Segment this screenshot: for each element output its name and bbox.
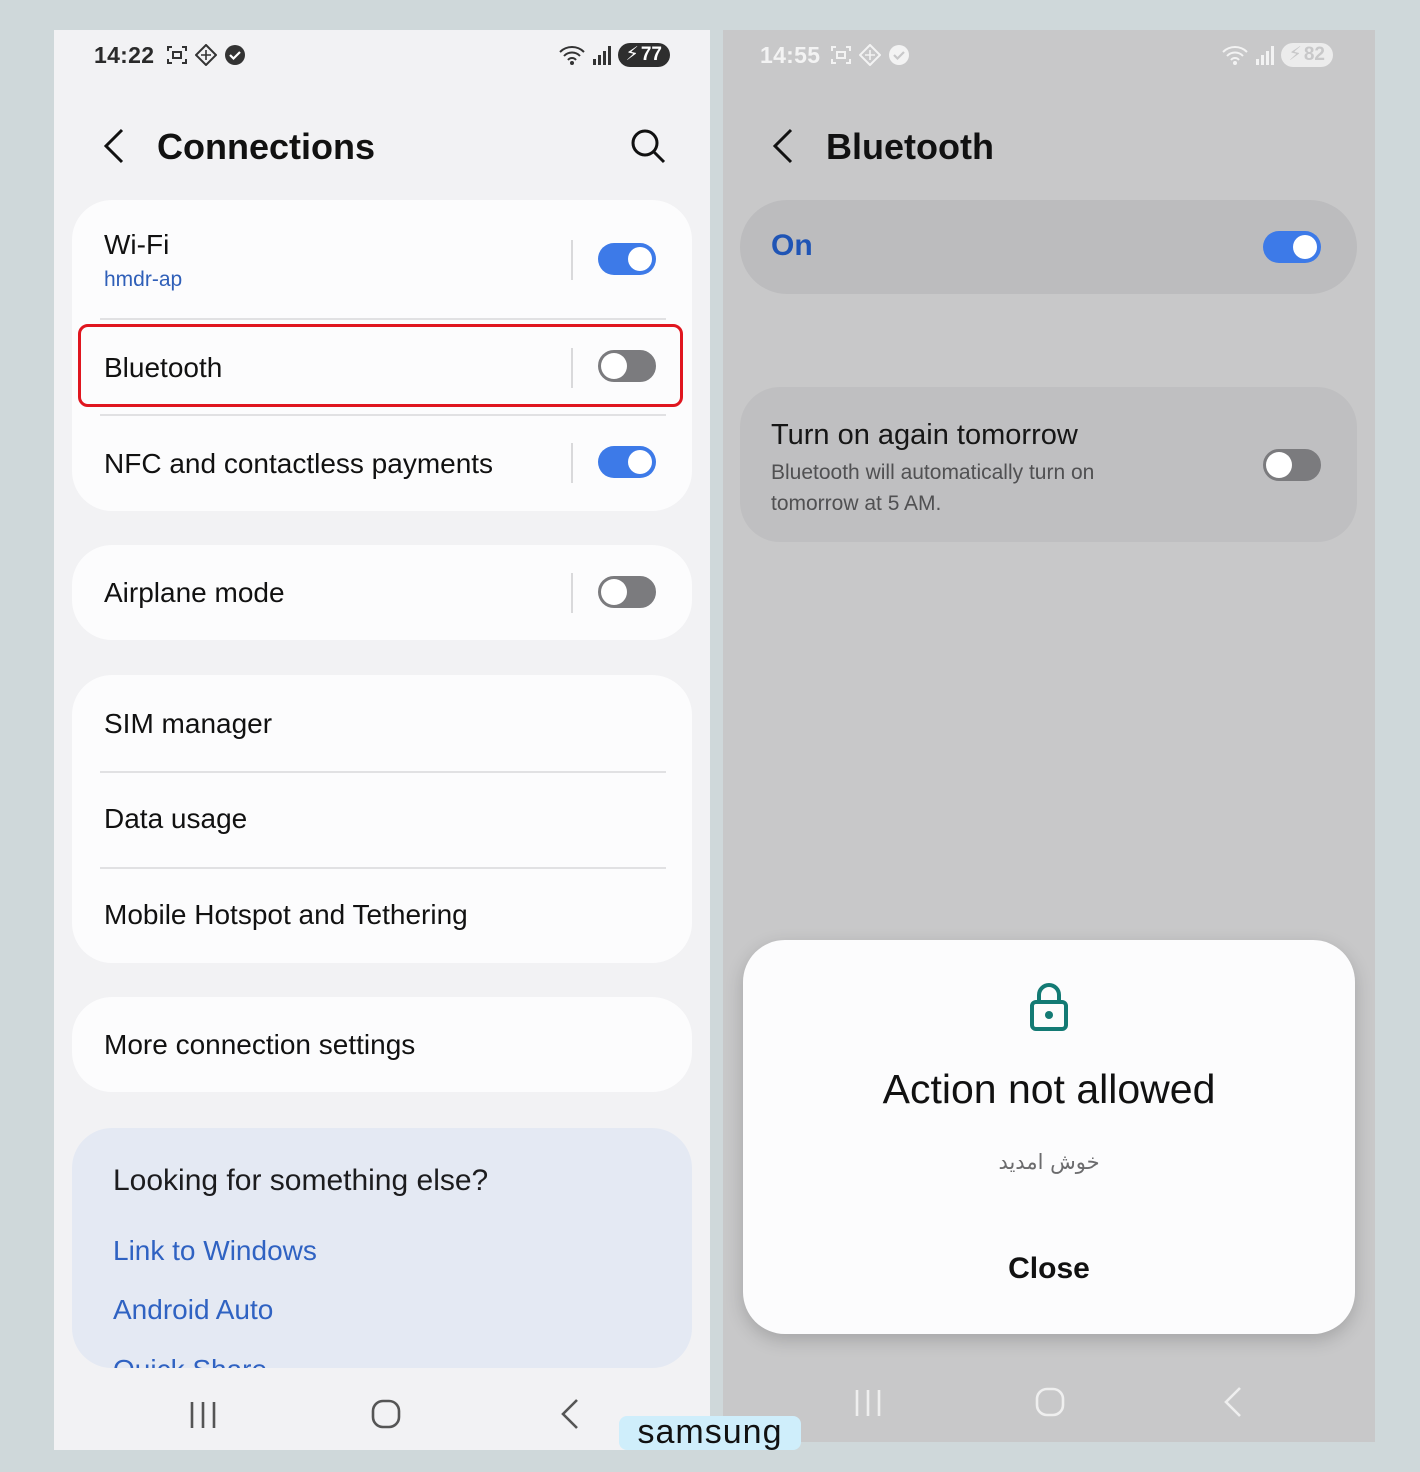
back-button[interactable]	[767, 126, 803, 166]
nfc-row[interactable]: NFC and contactless payments	[72, 416, 692, 511]
wifi-icon	[1221, 46, 1248, 65]
back-nav-icon	[1224, 1387, 1241, 1417]
bluetooth-master-toggle[interactable]	[1263, 231, 1321, 263]
navigation-bar	[723, 1370, 1375, 1430]
back-nav-button[interactable]	[1221, 1378, 1245, 1427]
charging-bolt-icon: ⚡	[625, 44, 639, 65]
signal-icon	[592, 46, 611, 65]
toggle-knob	[628, 450, 652, 474]
connections-screen: 14:22 ⚡ 77 Connections Wi-Fi hmdr-ap Blu…	[54, 30, 710, 1450]
bluetooth-highlight-box	[78, 324, 683, 407]
diamond-nav-icon	[195, 44, 217, 66]
turn-on-tomorrow-toggle[interactable]	[1263, 449, 1321, 481]
search-button[interactable]	[628, 126, 668, 166]
bluetooth-master-switch-row[interactable]: On	[740, 200, 1357, 294]
turn-on-tomorrow-description: Bluetooth will automatically turn on tom…	[771, 461, 1095, 515]
recent-apps-icon	[855, 1390, 881, 1416]
airplane-label: Airplane mode	[104, 577, 285, 608]
screenshot-icon	[831, 46, 851, 64]
suggestions-heading: Looking for something else?	[113, 1164, 489, 1197]
lock-icon	[1029, 982, 1069, 1037]
bluetooth-screen: 14:55 ⚡ 82 Bluetooth On Turn on again tom…	[723, 30, 1375, 1442]
battery-level: 77	[640, 44, 662, 65]
sim-manager-row[interactable]: SIM manager	[72, 675, 692, 771]
home-icon	[1035, 1387, 1065, 1417]
home-button[interactable]	[1034, 1378, 1066, 1427]
wifi-label: Wi-Fi	[104, 229, 170, 260]
toggle-knob	[1266, 452, 1292, 478]
wifi-row[interactable]: Wi-Fi hmdr-ap	[72, 200, 692, 318]
recent-apps-button[interactable]	[188, 1390, 218, 1439]
recent-apps-button[interactable]	[853, 1378, 883, 1427]
status-notification-icons	[830, 44, 910, 66]
network-card: SIM manager Data usage Mobile Hotspot an…	[72, 675, 692, 963]
wifi-icon	[558, 46, 585, 65]
android-auto-link[interactable]: Android Auto	[113, 1294, 273, 1326]
home-button[interactable]	[370, 1390, 402, 1439]
wifi-network-name: hmdr-ap	[104, 268, 183, 291]
divider	[571, 240, 573, 280]
status-time: 14:22	[94, 42, 155, 68]
suggestions-panel: Looking for something else? Link to Wind…	[72, 1128, 692, 1368]
nfc-toggle[interactable]	[598, 446, 656, 478]
samsung-caption: samsung	[619, 1415, 801, 1450]
battery-level: 82	[1303, 44, 1325, 65]
data-usage-label: Data usage	[104, 803, 248, 834]
wifi-toggle[interactable]	[598, 243, 656, 275]
airplane-row[interactable]: Airplane mode	[72, 545, 692, 640]
status-bar: 14:22 ⚡ 77	[54, 30, 710, 80]
back-nav-button[interactable]	[558, 1390, 582, 1439]
hotspot-label: Mobile Hotspot and Tethering	[104, 899, 468, 930]
toggle-knob	[601, 579, 627, 605]
back-button[interactable]	[98, 126, 134, 166]
divider	[571, 443, 573, 483]
battery-indicator: ⚡ 77	[617, 43, 670, 67]
hotspot-row[interactable]: Mobile Hotspot and Tethering	[72, 869, 692, 963]
search-icon	[631, 129, 666, 164]
data-usage-row[interactable]: Data usage	[72, 773, 692, 867]
bluetooth-state-label: On	[771, 229, 813, 262]
recent-apps-icon	[190, 1402, 216, 1428]
check-circle-icon	[225, 45, 245, 65]
toggle-knob	[1293, 235, 1317, 259]
link-to-windows-link[interactable]: Link to Windows	[113, 1235, 317, 1267]
check-circle-icon	[889, 45, 909, 65]
status-system-icons: ⚡ 77	[558, 43, 670, 67]
status-time: 14:55	[760, 42, 821, 68]
action-not-allowed-dialog: Action not allowed خوش امدید Close	[743, 940, 1355, 1334]
quick-share-link[interactable]: Quick Share	[113, 1354, 267, 1368]
divider	[571, 573, 573, 613]
navigation-bar	[54, 1382, 710, 1442]
signal-icon	[1255, 46, 1274, 65]
dialog-message: خوش امدید	[998, 1150, 1100, 1174]
more-settings-row[interactable]: More connection settings	[72, 997, 692, 1092]
nfc-label: NFC and contactless payments	[104, 448, 494, 479]
more-settings-card: More connection settings	[72, 997, 692, 1092]
turn-on-tomorrow-row[interactable]: Turn on again tomorrow Bluetooth will au…	[740, 387, 1357, 542]
turn-on-tomorrow-label: Turn on again tomorrow	[771, 419, 1078, 451]
page-title: Bluetooth	[826, 126, 994, 167]
status-bar: 14:55 ⚡ 82	[723, 30, 1375, 80]
battery-indicator: ⚡ 82	[1280, 43, 1333, 67]
close-button[interactable]: Close	[743, 1252, 1355, 1286]
airplane-toggle[interactable]	[598, 576, 656, 608]
airplane-card: Airplane mode	[72, 545, 692, 640]
sim-manager-label: SIM manager	[104, 708, 273, 739]
chevron-left-icon	[103, 128, 124, 164]
toggle-knob	[628, 247, 652, 271]
screenshot-icon	[167, 46, 187, 64]
diamond-nav-icon	[859, 44, 881, 66]
home-icon	[371, 1399, 401, 1429]
dialog-title: Action not allowed	[882, 1066, 1216, 1112]
chevron-left-icon	[772, 128, 793, 164]
back-nav-icon	[561, 1399, 578, 1429]
status-notification-icons	[166, 44, 246, 66]
status-system-icons: ⚡ 82	[1221, 43, 1333, 67]
charging-bolt-icon: ⚡	[1288, 44, 1302, 65]
more-settings-label: More connection settings	[104, 1029, 416, 1060]
page-title: Connections	[157, 126, 376, 167]
